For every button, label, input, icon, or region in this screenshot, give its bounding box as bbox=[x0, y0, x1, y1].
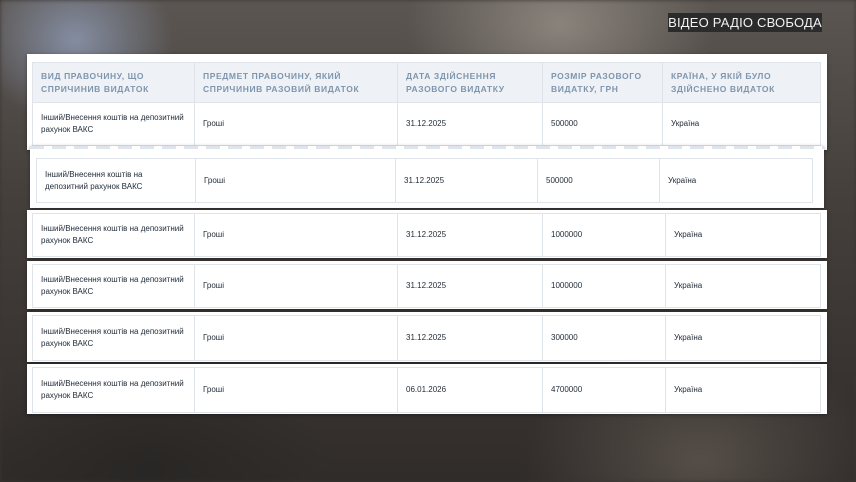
cell-amount: 4700000 bbox=[543, 368, 666, 412]
cell-type: Інший/Внесення коштів на депозитний раху… bbox=[33, 214, 195, 256]
channel-logo: ВІДЕО РАДІО СВОБОДА bbox=[668, 13, 822, 32]
table-clipping: Інший/Внесення коштів на депозитний раху… bbox=[27, 364, 827, 414]
cell-subject: Гроші bbox=[195, 103, 398, 145]
cell-date: 06.01.2026 bbox=[398, 368, 543, 412]
header-cell: Дата здійснення разового видатку bbox=[398, 63, 543, 103]
header-cell: Предмет правочину, який спричинив разови… bbox=[195, 63, 398, 103]
cell-country: Україна bbox=[671, 119, 700, 128]
header-cell: Розмір разового видатку, грн bbox=[543, 63, 663, 103]
cell-date: 31.12.2025 bbox=[398, 103, 543, 145]
table-row: Інший/Внесення коштів на депозитний раху… bbox=[32, 264, 821, 308]
cell-date: 31.12.2025 bbox=[396, 159, 538, 202]
cut-edge bbox=[30, 146, 824, 149]
header-cell: Країна, у якій було здійснено видаток bbox=[671, 71, 775, 94]
cell-type: Інший/Внесення коштів на депозитний раху… bbox=[33, 368, 195, 412]
cell-subject: Гроші bbox=[195, 265, 398, 307]
header-cell: Вид правочину, що спричинив видаток bbox=[33, 63, 195, 103]
cell-subject: Гроші bbox=[195, 316, 398, 360]
cell-amount: 500000 bbox=[538, 159, 660, 202]
table-header: Вид правочину, що спричинив видаток Пред… bbox=[32, 62, 821, 104]
cell-country: Україна bbox=[674, 385, 703, 394]
cell-type: Інший/Внесення коштів на депозитний раху… bbox=[33, 103, 195, 145]
cell-type: Інший/Внесення коштів на депозитний раху… bbox=[33, 265, 195, 307]
cell-country: Україна bbox=[674, 281, 703, 290]
table-clipping: Вид правочину, що спричинив видаток Пред… bbox=[27, 54, 827, 150]
cell-subject: Гроші bbox=[196, 159, 396, 202]
cell-date: 31.12.2025 bbox=[398, 316, 543, 360]
cell-amount: 300000 bbox=[543, 316, 666, 360]
table-clipping: Інший/Внесення коштів на депозитний раху… bbox=[27, 210, 827, 258]
table-row: Інший/Внесення коштів на депозитний раху… bbox=[32, 315, 821, 361]
cell-amount: 1000000 bbox=[543, 265, 666, 307]
table-row: Інший/Внесення коштів на депозитний раху… bbox=[36, 158, 813, 203]
cell-country: Україна bbox=[668, 175, 697, 185]
table-clipping: Інший/Внесення коштів на депозитний раху… bbox=[27, 261, 827, 309]
cell-type: Інший/Внесення коштів на депозитний раху… bbox=[37, 159, 196, 202]
cell-amount: 1000000 bbox=[543, 214, 666, 256]
cell-type: Інший/Внесення коштів на депозитний раху… bbox=[33, 316, 195, 360]
table-clipping: Інший/Внесення коштів на депозитний раху… bbox=[30, 146, 824, 208]
cell-country: Україна bbox=[674, 333, 703, 342]
table-row: Інший/Внесення коштів на депозитний раху… bbox=[32, 213, 821, 257]
table-row: Інший/Внесення коштів на депозитний раху… bbox=[32, 102, 821, 146]
cell-country: Україна bbox=[674, 230, 703, 239]
cell-amount: 500000 bbox=[543, 103, 663, 145]
table-clipping: Інший/Внесення коштів на депозитний раху… bbox=[27, 312, 827, 362]
cell-date: 31.12.2025 bbox=[398, 214, 543, 256]
table-row: Інший/Внесення коштів на депозитний раху… bbox=[32, 367, 821, 413]
cell-subject: Гроші bbox=[195, 214, 398, 256]
cell-date: 31.12.2025 bbox=[398, 265, 543, 307]
cell-subject: Гроші bbox=[195, 368, 398, 412]
